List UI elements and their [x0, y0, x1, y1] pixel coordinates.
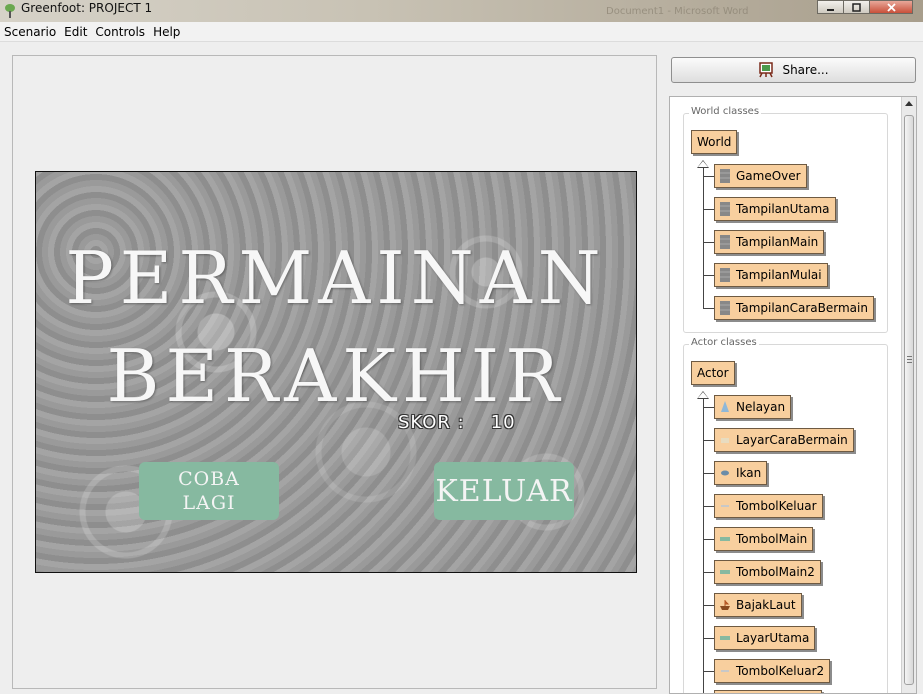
class-name: Ikan: [736, 466, 762, 480]
class-item[interactable]: BajakLaut: [714, 593, 802, 617]
tree-branch: [703, 671, 714, 672]
tree-branch: [703, 242, 714, 243]
class-name: TombolKeluar: [736, 499, 817, 513]
class-name: TampilanMain: [736, 235, 819, 249]
tree-branch: [703, 638, 714, 639]
menu-edit[interactable]: Edit: [60, 22, 91, 42]
class-name: GameOver: [736, 169, 801, 183]
class-name: Nelayan: [736, 400, 786, 414]
class-name: TampilanCaraBermain: [736, 301, 868, 315]
minimize-icon: [827, 8, 834, 11]
close-button[interactable]: [869, 0, 913, 14]
game-over-title-line1: PERMAINAN: [65, 236, 607, 320]
maximize-icon: [852, 2, 861, 12]
window-controls: [817, 0, 913, 14]
world-class-icon: [720, 235, 730, 249]
exit-button[interactable]: KELUAR: [434, 462, 574, 520]
share-label: Share...: [782, 63, 829, 77]
button-icon: [720, 570, 730, 574]
score-label: SKOR :: [398, 412, 465, 433]
fish-icon: [721, 470, 729, 476]
class-item[interactable]: TombolKeluar2: [714, 659, 831, 683]
scroll-up-arrow-icon[interactable]: [905, 101, 913, 106]
maximize-button[interactable]: [843, 0, 870, 14]
retry-button[interactable]: COBA LAGI: [139, 462, 279, 520]
tree-branch: [703, 407, 714, 408]
title-bar: Greenfoot: PROJECT 1 Document1 - Microso…: [0, 0, 923, 22]
class-name: TampilanMulai: [736, 268, 822, 282]
retry-label-line1: COBA: [178, 468, 240, 490]
class-name: TombolKeluar2: [736, 664, 825, 678]
score-display: SKOR : 10: [398, 412, 516, 433]
screen-icon: [721, 438, 729, 443]
tree-branch: [703, 605, 714, 606]
menu-bar: Scenario Edit Controls Help: [0, 22, 923, 42]
tree-branch: [703, 308, 714, 309]
class-name: LayarCaraBermain: [736, 433, 848, 447]
class-item[interactable]: TampilanMulai: [714, 263, 828, 287]
window-title: Greenfoot: PROJECT 1: [21, 1, 153, 15]
class-item[interactable]: TampilanUtama: [714, 197, 836, 221]
tree-branch: [703, 209, 714, 210]
tree-branch: [703, 176, 714, 177]
background-window-text: Document1 - Microsoft Word: [606, 6, 749, 17]
world-canvas[interactable]: PERMAINAN BERAKHIR SKOR : 10 COBA LAGI KE…: [35, 171, 637, 573]
button-icon: [720, 537, 730, 541]
tree-branch: [703, 539, 714, 540]
menu-help[interactable]: Help: [149, 22, 184, 42]
class-item[interactable]: TampilanMain: [714, 230, 825, 254]
menu-scenario[interactable]: Scenario: [0, 22, 60, 42]
score-value: 10: [490, 412, 516, 433]
actor-classes-label: Actor classes: [689, 337, 759, 348]
class-item[interactable]: LayarCaraBermain: [714, 428, 854, 452]
retry-label-line2: LAGI: [182, 492, 236, 514]
world-class-icon: [720, 301, 730, 315]
menu-controls[interactable]: Controls: [91, 22, 149, 42]
class-item[interactable]: TombolKeluar: [714, 494, 823, 518]
greenfoot-app-icon: [5, 4, 15, 18]
share-button[interactable]: Share...: [671, 57, 916, 83]
class-item[interactable]: Ikan: [714, 461, 768, 485]
class-browser-scrollbar[interactable]: [901, 97, 916, 693]
tree-line: [703, 398, 704, 693]
world-classes-label: World classes: [689, 106, 762, 117]
class-item[interactable]: GameOver: [714, 164, 807, 188]
class-item[interactable]: TombolMain2: [714, 560, 821, 584]
class-name: LayarUtama: [736, 631, 810, 645]
easel-icon: [759, 62, 774, 78]
tree-branch: [703, 506, 714, 507]
tree-branch: [703, 440, 714, 441]
world-class-icon: [720, 202, 730, 216]
class-name: BajakLaut: [736, 598, 796, 612]
world-class-icon: [720, 268, 730, 282]
tree-branch: [703, 473, 714, 474]
tree-branch: [703, 572, 714, 573]
tree-line: [703, 167, 704, 309]
button-icon: [721, 670, 729, 672]
minimize-button[interactable]: [817, 0, 844, 14]
scrollbar-thumb[interactable]: [904, 115, 914, 685]
class-item[interactable]: TampilanCaraBermain: [714, 296, 874, 320]
class-name: TampilanUtama: [736, 202, 830, 216]
ship-icon: [720, 600, 730, 610]
class-item[interactable]: TombolMain: [714, 527, 814, 551]
class-item-partial[interactable]: [714, 690, 822, 693]
fisherman-icon: [721, 401, 729, 412]
world-panel: PERMAINAN BERAKHIR SKOR : 10 COBA LAGI KE…: [12, 55, 657, 689]
class-actor[interactable]: Actor: [691, 361, 735, 385]
button-icon: [721, 505, 729, 507]
class-world[interactable]: World: [691, 130, 738, 154]
class-browser: World classes World GameOver TampilanUta…: [669, 96, 917, 694]
close-icon: [886, 2, 896, 12]
class-name: TombolMain: [736, 532, 808, 546]
screen-icon: [720, 636, 730, 640]
game-over-title-line2: BERAKHIR: [106, 334, 566, 418]
tree-branch: [703, 275, 714, 276]
class-name: TombolMain2: [736, 565, 815, 579]
grip-icon: [907, 356, 912, 363]
class-item[interactable]: Nelayan: [714, 395, 792, 419]
class-item[interactable]: LayarUtama: [714, 626, 816, 650]
world-class-icon: [720, 169, 730, 183]
